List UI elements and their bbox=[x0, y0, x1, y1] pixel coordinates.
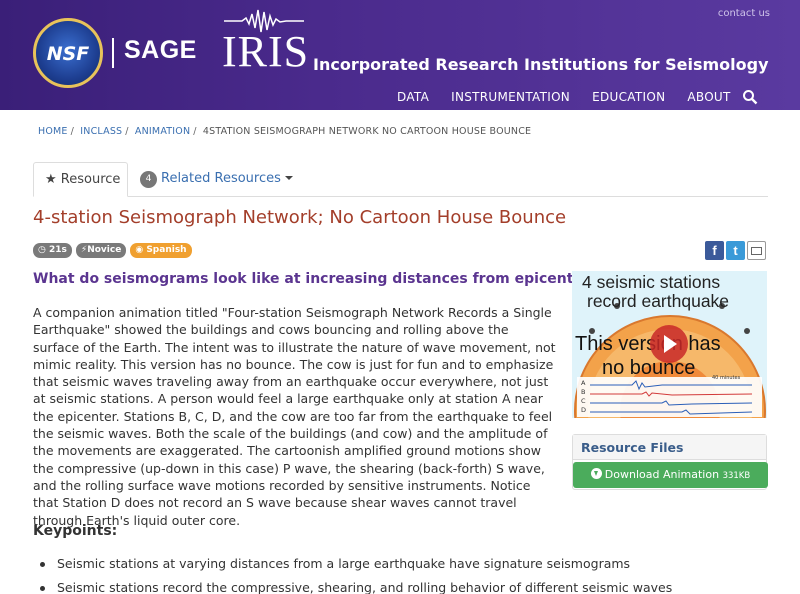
breadcrumb-inclass[interactable]: INCLASS bbox=[80, 126, 122, 137]
star-icon: ★ bbox=[45, 172, 57, 187]
resource-files-panel: Resource Files Download Animation 331KB bbox=[572, 434, 768, 490]
animation-thumbnail[interactable]: 4 seismic stations record earthquake Thi… bbox=[572, 271, 767, 418]
iris-logo[interactable]: IRIS bbox=[222, 30, 309, 74]
email-share-button[interactable] bbox=[747, 241, 766, 260]
nav-item-education[interactable]: EDUCATION bbox=[592, 90, 665, 104]
list-item: Seismic stations record the compressive,… bbox=[40, 576, 672, 594]
language-text: Spanish bbox=[146, 245, 187, 255]
twitter-share-button[interactable]: t bbox=[726, 241, 745, 260]
tab-related-label: Related Resources bbox=[161, 171, 281, 186]
station-label-a: A bbox=[581, 379, 586, 387]
language-badge[interactable]: ◉ Spanish bbox=[130, 243, 192, 258]
globe-icon: ◉ bbox=[135, 245, 144, 255]
station-label-c: C bbox=[581, 397, 586, 405]
breadcrumb-home[interactable]: HOME bbox=[38, 126, 68, 137]
resource-labels: ◷ 21s ⚡Novice ◉ Spanish bbox=[33, 243, 192, 258]
breadcrumb: HOME / INCLASS / ANIMATION/ 4STATION SEISM… bbox=[38, 126, 532, 137]
duration-text: 21s bbox=[49, 245, 67, 255]
level-text: Novice bbox=[87, 245, 122, 255]
tab-related-resources[interactable]: 4 Related Resources bbox=[140, 162, 293, 197]
contact-link[interactable]: contact us bbox=[718, 8, 770, 19]
tab-resource-label: Resource bbox=[60, 172, 121, 187]
share-buttons: f t bbox=[705, 241, 766, 260]
nsf-logo-text: NSF bbox=[46, 43, 90, 65]
clock-icon: ◷ bbox=[38, 245, 46, 255]
description-text: A companion animation titled "Four-stati… bbox=[33, 305, 556, 528]
site-header: NSF SAGE IRIS Incorporated Research Inst… bbox=[0, 0, 800, 110]
thumbnail-axis-label: 40 minutes bbox=[712, 375, 741, 381]
keypoints-heading: Keypoints: bbox=[33, 523, 118, 539]
thumbnail-overlay-line2: no bounce bbox=[602, 357, 696, 379]
nav-item-data[interactable]: DATA bbox=[397, 90, 429, 104]
sage-logo[interactable]: SAGE bbox=[124, 36, 197, 65]
station-label-b: B bbox=[581, 388, 586, 396]
nav-item-instrumentation[interactable]: INSTRUMENTATION bbox=[451, 90, 570, 104]
nsf-logo[interactable]: NSF bbox=[33, 18, 103, 88]
nav-item-about[interactable]: ABOUT bbox=[687, 90, 730, 104]
facebook-share-button[interactable]: f bbox=[705, 241, 724, 260]
envelope-icon bbox=[751, 247, 762, 255]
station-label-d: D bbox=[581, 406, 587, 414]
logo-divider bbox=[112, 38, 114, 68]
play-icon[interactable] bbox=[650, 325, 688, 363]
tab-resource[interactable]: ★ Resource bbox=[33, 162, 128, 197]
keypoints-list: Seismic stations at varying distances fr… bbox=[40, 552, 672, 594]
thumbnail-heading-line1: 4 seismic stations bbox=[582, 272, 721, 292]
download-label: Download Animation bbox=[604, 468, 720, 481]
download-icon bbox=[590, 468, 602, 479]
thumbnail-overlay-line1: This version has bbox=[575, 333, 721, 355]
main-nav: DATA INSTRUMENTATION EDUCATION ABOUT bbox=[397, 90, 753, 104]
thumbnail-heading-line2: record earthquake bbox=[587, 291, 730, 311]
breadcrumb-animation[interactable]: ANIMATION bbox=[135, 126, 190, 137]
download-size: 331KB bbox=[722, 471, 751, 481]
page-title: 4-station Seismograph Network; No Cartoo… bbox=[33, 207, 567, 228]
download-animation-button[interactable]: Download Animation 331KB bbox=[573, 462, 768, 488]
breadcrumb-current: 4STATION SEISMOGRAPH NETWORK NO CARTOON … bbox=[202, 126, 532, 137]
search-icon[interactable] bbox=[742, 89, 758, 105]
level-badge[interactable]: ⚡Novice bbox=[75, 243, 127, 258]
station-labels: A B C D bbox=[581, 379, 586, 415]
duration-badge[interactable]: ◷ 21s bbox=[33, 243, 72, 258]
caret-down-icon bbox=[284, 176, 293, 180]
resource-files-heading: Resource Files bbox=[573, 435, 766, 460]
related-count-badge: 4 bbox=[140, 171, 157, 188]
list-item: Seismic stations at varying distances fr… bbox=[40, 552, 672, 576]
guiding-question: What do seismograms look like at increas… bbox=[33, 271, 598, 287]
iris-full-name: Incorporated Research Institutions for S… bbox=[313, 55, 769, 74]
